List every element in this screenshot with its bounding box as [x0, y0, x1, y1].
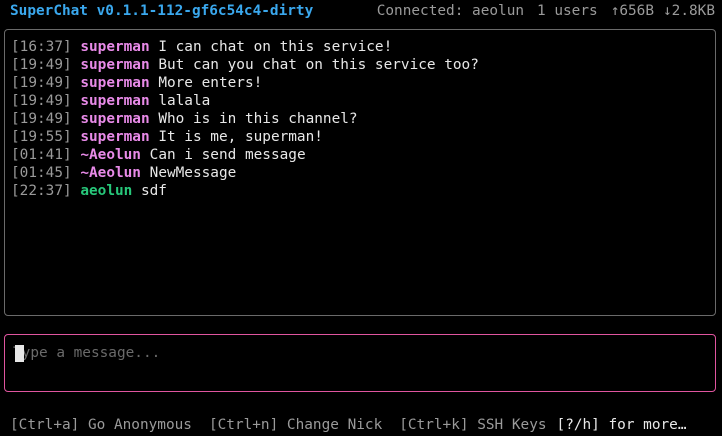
message-timestamp: [19:49] — [11, 57, 72, 73]
app-title: SuperChat v0.1.1-112-gf6c54c4-dirty — [10, 3, 314, 19]
message-text: Can i send message — [149, 147, 306, 163]
shortcut-ssh-keys: [Ctrl+k] SSH Keys — [399, 417, 547, 433]
chat-history-panel[interactable]: [16:37] superman I can chat on this serv… — [4, 29, 716, 316]
message-timestamp: [16:37] — [11, 39, 72, 55]
shortcut-go-anonymous: [Ctrl+a] Go Anonymous — [10, 417, 192, 433]
message-text: sdf — [140, 183, 167, 199]
shortcut-change-nick: [Ctrl+n] Change Nick — [208, 417, 383, 433]
upload-counter: ↑656B — [610, 3, 655, 19]
message-timestamp: [19:49] — [11, 75, 72, 91]
message-timestamp: [01:41] — [11, 147, 72, 163]
chat-message: [22:37] aeolun sdf — [11, 182, 479, 200]
chat-message: [19:49] superman lalala — [11, 92, 479, 110]
text-cursor — [15, 345, 24, 362]
message-input[interactable] — [13, 344, 693, 362]
user-count: 1 users — [537, 3, 598, 19]
shortcut-more-help: [?/h] for more… — [556, 417, 687, 433]
connection-status: Connected: aeolun — [376, 3, 525, 19]
message-timestamp: [19:49] — [11, 111, 72, 127]
message-text: lalala — [158, 93, 211, 109]
message-text: NewMessage — [149, 165, 237, 181]
message-input-panel[interactable] — [4, 334, 716, 392]
chat-message: [19:49] superman But can you chat on thi… — [11, 56, 479, 74]
message-text: Who is in this channel? — [158, 111, 358, 127]
chat-message: [19:55] superman It is me, superman! — [11, 128, 479, 146]
message-timestamp: [01:45] — [11, 165, 72, 181]
chat-message: [19:49] superman More enters! — [11, 74, 479, 92]
message-timestamp: [19:55] — [11, 129, 72, 145]
message-text: It is me, superman! — [158, 129, 323, 145]
message-list: [16:37] superman I can chat on this serv… — [11, 38, 479, 200]
message-nick: superman — [80, 57, 150, 73]
status-bar: SuperChat v0.1.1-112-gf6c54c4-dirty Conn… — [0, 2, 722, 20]
chat-message: [01:45] ~Aeolun NewMessage — [11, 164, 479, 182]
connection-info: Connected: aeolun 1 users ↑656B ↓2.8KB — [364, 2, 715, 20]
message-text: More enters! — [158, 75, 263, 91]
keybinding-help-bar: [Ctrl+a] Go Anonymous [Ctrl+n] Change Nic… — [10, 416, 722, 434]
message-nick: superman — [80, 111, 150, 127]
download-counter: ↓2.8KB — [663, 3, 715, 19]
message-nick: superman — [80, 75, 150, 91]
message-nick: ~Aeolun — [80, 165, 141, 181]
message-nick: aeolun — [80, 183, 133, 199]
message-nick: superman — [80, 129, 150, 145]
message-nick: superman — [80, 39, 150, 55]
message-nick: ~Aeolun — [80, 147, 141, 163]
chat-message: [01:41] ~Aeolun Can i send message — [11, 146, 479, 164]
chat-message: [16:37] superman I can chat on this serv… — [11, 38, 479, 56]
message-text: I can chat on this service! — [158, 39, 393, 55]
message-timestamp: [22:37] — [11, 183, 72, 199]
chat-message: [19:49] superman Who is in this channel? — [11, 110, 479, 128]
message-timestamp: [19:49] — [11, 93, 72, 109]
message-nick: superman — [80, 93, 150, 109]
message-text: But can you chat on this service too? — [158, 57, 479, 73]
